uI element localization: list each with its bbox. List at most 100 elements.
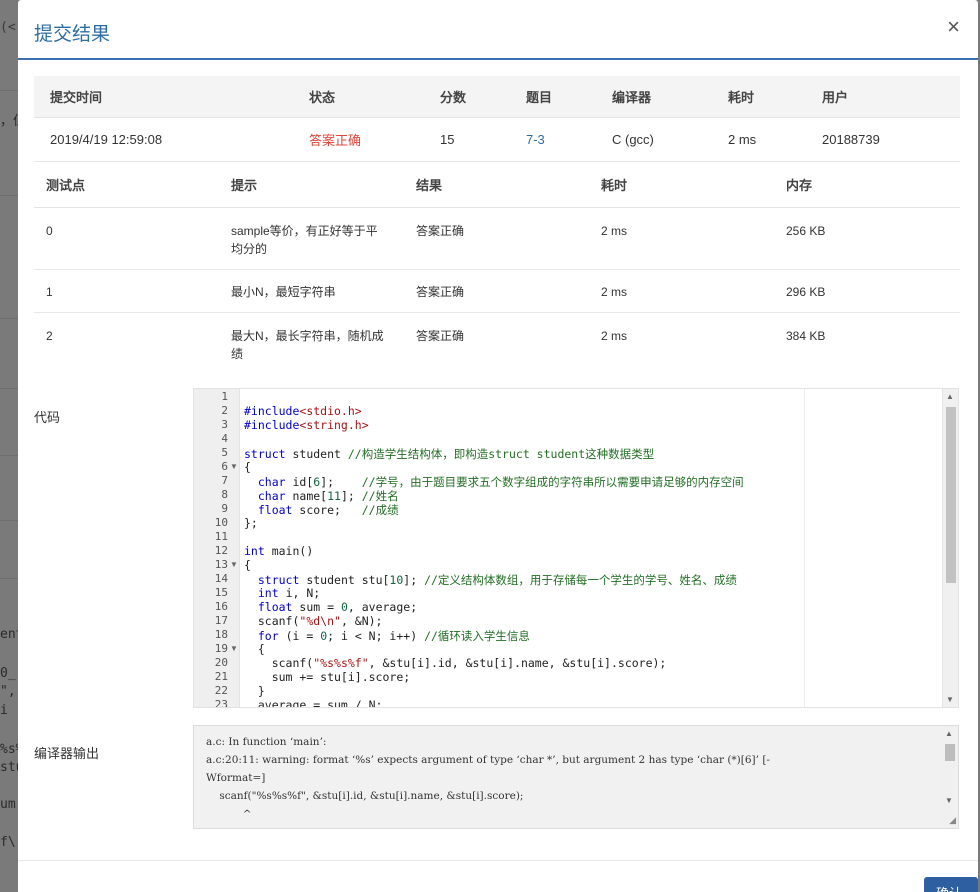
code-line: #include<string.h> xyxy=(244,418,369,432)
submit-time: 2019/4/19 12:59:08 xyxy=(50,132,163,147)
compiler-output-label: 编译器输出 xyxy=(34,746,100,761)
backdrop-fragment: f\ xyxy=(0,835,16,850)
compiler-output-line: scanf("%s%s%f", &stu[i].id, &stu[i].name… xyxy=(206,790,524,802)
backdrop-divider xyxy=(0,318,18,319)
submission-result-modal: 提交结果 × 提交时间 状态 分数 题目 编译器 耗时 用户 2019/4/19… xyxy=(18,0,978,892)
code-scrollbar[interactable]: ▲ ▼ xyxy=(942,389,958,707)
fold-toggle-icon[interactable]: ▼ xyxy=(230,644,238,653)
test-row: 2 最大N，最长字符串，随机成 绩 答案正确 2 ms 384 KB xyxy=(34,313,960,373)
test-result: 答案正确 xyxy=(416,285,465,299)
test-hint: 最小N，最短字符串 xyxy=(231,270,391,301)
submission-summary-table: 提交时间 状态 分数 题目 编译器 耗时 用户 2019/4/19 12:59:… xyxy=(34,76,960,162)
code-editor[interactable]: 1 2 3 4 5 6 ▼ 7 8 9 10 11 12 13 ▼ 14 15 16 17 18 19 ▼ 20 21 22 23… xyxy=(193,388,959,708)
scroll-up-icon[interactable]: ▲ xyxy=(945,729,953,738)
print-margin xyxy=(804,389,805,707)
test-hint-line: sample等价，有正好等于平 xyxy=(231,224,378,238)
modal-header: 提交结果 × xyxy=(18,0,978,60)
backdrop-divider xyxy=(0,388,18,389)
confirm-button[interactable]: 确认 xyxy=(924,877,978,892)
line-number: 6 xyxy=(221,460,228,473)
header-hint: 提示 xyxy=(231,178,258,193)
test-time: 2 ms xyxy=(601,224,628,238)
line-number: 8 xyxy=(221,488,228,501)
backdrop-fragment: ", xyxy=(0,684,16,699)
compiler-output-line: a.c:20:11: warning: format ‘%s’ expects … xyxy=(206,754,770,766)
test-memory: 256 KB xyxy=(786,224,826,238)
line-number: 2 xyxy=(221,404,228,417)
line-number: 22 xyxy=(214,684,228,697)
line-number: 20 xyxy=(214,656,228,669)
backdrop-fragment: (< xyxy=(0,20,16,35)
header-result: 结果 xyxy=(416,178,443,193)
line-number: 15 xyxy=(214,586,228,599)
line-number: 11 xyxy=(214,530,228,543)
line-number: 1 xyxy=(221,390,228,403)
tests-header-row: 测试点 提示 结果 耗时 内存 xyxy=(34,162,960,208)
test-hint-line: 均分的 xyxy=(231,242,268,256)
scroll-down-icon[interactable]: ▼ xyxy=(946,695,954,704)
scroll-up-icon[interactable]: ▲ xyxy=(946,392,954,401)
code-line: scanf("%s%s%f", &stu[i].id, &stu[i].name… xyxy=(244,656,667,670)
line-number: 5 xyxy=(221,446,228,459)
code-line: { xyxy=(244,460,251,474)
compiler-output-line: Wformat=] xyxy=(206,772,266,784)
backdrop-fragment: i xyxy=(0,703,8,718)
user-value: 20188739 xyxy=(822,132,880,147)
summary-row: 2019/4/19 12:59:08 答案正确 15 7-3 C (gcc) 2… xyxy=(34,118,960,162)
line-number: 4 xyxy=(221,432,228,445)
compiler-scrollbar-thumb[interactable] xyxy=(945,744,955,761)
summary-header-row: 提交时间 状态 分数 题目 编译器 耗时 用户 xyxy=(34,76,960,118)
test-result: 答案正确 xyxy=(416,224,465,238)
code-line: sum += stu[i].score; xyxy=(244,670,411,684)
line-number: 10 xyxy=(214,516,228,529)
test-row: 0 sample等价，有正好等于平 均分的 答案正确 2 ms 256 KB xyxy=(34,208,960,270)
backdrop-fragment: %s% xyxy=(0,742,18,757)
header-submit-time: 提交时间 xyxy=(50,90,103,105)
code-line: } xyxy=(244,684,265,698)
compiler-output-box[interactable]: a.c: In function ‘main’: a.c:20:11: warni… xyxy=(193,725,959,829)
scroll-down-icon[interactable]: ▼ xyxy=(945,796,953,805)
compiler-output-scrollbar[interactable]: ▲ ▼ xyxy=(942,726,958,828)
line-number: 14 xyxy=(214,572,228,585)
code-line: { xyxy=(244,642,265,656)
header-time: 耗时 xyxy=(601,178,628,193)
line-number: 17 xyxy=(214,614,228,627)
line-number: 16 xyxy=(214,600,228,613)
close-icon[interactable]: × xyxy=(947,16,960,38)
backdrop-fragment: ent xyxy=(0,627,18,642)
test-hint-line: 最大N，最长字符串，随机成 xyxy=(231,329,384,343)
header-score: 分数 xyxy=(440,90,467,105)
header-compiler: 编译器 xyxy=(612,90,652,105)
test-id: 2 xyxy=(46,329,53,343)
code-scrollbar-thumb[interactable] xyxy=(946,407,956,583)
code-line: struct student //构造学生结构体，即构造struct stude… xyxy=(244,447,655,461)
code-line: float score; //成绩 xyxy=(257,503,399,517)
compiler-output-line: ^ xyxy=(206,808,252,820)
line-number: 9 xyxy=(221,502,228,515)
header-memory: 内存 xyxy=(786,178,813,193)
test-memory: 296 KB xyxy=(786,285,826,299)
code-line: int main() xyxy=(244,544,314,558)
test-row: 1 最小N，最短字符串 答案正确 2 ms 296 KB xyxy=(34,270,960,313)
line-number: 7 xyxy=(221,474,228,487)
code-line: float sum = 0, average; xyxy=(257,600,418,614)
fold-toggle-icon[interactable]: ▼ xyxy=(230,560,238,569)
header-status: 状态 xyxy=(309,90,336,105)
modal-title: 提交结果 xyxy=(34,24,111,45)
compiler-output-line: a.c: In function ‘main’: xyxy=(206,736,327,748)
score-value: 15 xyxy=(440,132,455,147)
line-number: 13 xyxy=(214,558,228,571)
resize-handle-icon[interactable]: ◢ xyxy=(949,815,956,826)
test-hint-line: 绩 xyxy=(231,347,244,361)
line-number: 23 xyxy=(214,698,228,708)
code-line: #include<stdio.h> xyxy=(244,404,362,418)
test-time: 2 ms xyxy=(601,329,628,343)
problem-link[interactable]: 7-3 xyxy=(526,118,545,161)
test-memory: 384 KB xyxy=(786,329,826,343)
backdrop-divider xyxy=(0,520,18,521)
fold-toggle-icon[interactable]: ▼ xyxy=(230,462,238,471)
status-badge: 答案正确 xyxy=(309,133,362,148)
header-elapsed: 耗时 xyxy=(728,90,755,105)
code-line: for (i = 0; i < N; i++) //循环读入学生信息 xyxy=(257,629,530,643)
code-line: { xyxy=(244,558,251,572)
